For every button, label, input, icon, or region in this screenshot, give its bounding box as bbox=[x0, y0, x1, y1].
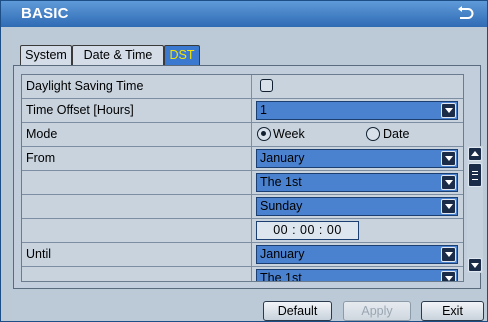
from-month-value: January bbox=[260, 151, 305, 165]
offset-value: 1 bbox=[260, 103, 267, 117]
from-month-dropdown[interactable]: January bbox=[256, 149, 458, 168]
tab-system[interactable]: System bbox=[20, 45, 72, 65]
scroll-thumb[interactable] bbox=[468, 163, 482, 187]
mode-week-label: Week bbox=[273, 127, 305, 141]
scrollbar[interactable] bbox=[467, 146, 483, 273]
row-until-month: Until January bbox=[22, 243, 463, 267]
apply-button[interactable]: Apply bbox=[343, 301, 411, 321]
tab-date-time[interactable]: Date & Time bbox=[72, 45, 164, 65]
dst-checkbox[interactable] bbox=[260, 79, 273, 92]
until-week-value: The 1st bbox=[260, 271, 302, 282]
chevron-down-icon[interactable] bbox=[441, 151, 456, 166]
scroll-up-icon[interactable] bbox=[468, 147, 482, 161]
empty-label bbox=[22, 195, 252, 218]
row-from-week: The 1st bbox=[22, 171, 463, 195]
chevron-down-icon[interactable] bbox=[441, 175, 456, 190]
offset-dropdown[interactable]: 1 bbox=[256, 101, 458, 120]
from-day-dropdown[interactable]: Sunday bbox=[256, 197, 458, 216]
empty-label bbox=[22, 171, 252, 194]
empty-label bbox=[22, 219, 252, 242]
until-week-dropdown[interactable]: The 1st bbox=[256, 269, 458, 282]
from-label: From bbox=[22, 147, 252, 170]
tab-date-time-label: Date & Time bbox=[83, 48, 153, 62]
row-dst: Daylight Saving Time bbox=[22, 75, 463, 99]
row-mode: Mode Week Date bbox=[22, 123, 463, 147]
until-month-dropdown[interactable]: January bbox=[256, 245, 458, 264]
from-day-value: Sunday bbox=[260, 199, 303, 213]
mode-week-radio[interactable] bbox=[257, 127, 271, 141]
window-title: BASIC bbox=[21, 5, 69, 22]
basic-settings-window: BASIC System Date & Time DST Daylight Sa… bbox=[0, 0, 488, 322]
empty-label bbox=[22, 267, 252, 281]
from-week-value: The 1st bbox=[260, 175, 302, 189]
scroll-down-icon[interactable] bbox=[468, 258, 482, 272]
from-week-dropdown[interactable]: The 1st bbox=[256, 173, 458, 192]
until-label: Until bbox=[22, 243, 252, 266]
row-from-day: Sunday bbox=[22, 195, 463, 219]
tab-dst-label: DST bbox=[169, 48, 195, 62]
offset-label: Time Offset [Hours] bbox=[22, 99, 252, 122]
tab-dst[interactable]: DST bbox=[164, 45, 200, 65]
mode-date-radio[interactable] bbox=[366, 127, 380, 141]
row-offset: Time Offset [Hours] 1 bbox=[22, 99, 463, 123]
row-from-month: From January bbox=[22, 147, 463, 171]
dst-label: Daylight Saving Time bbox=[22, 75, 252, 98]
mode-date-label: Date bbox=[383, 127, 410, 141]
default-button[interactable]: Default bbox=[263, 301, 332, 321]
chevron-down-icon[interactable] bbox=[441, 247, 456, 262]
chevron-down-icon[interactable] bbox=[441, 103, 456, 118]
chevron-down-icon[interactable] bbox=[441, 199, 456, 214]
mode-label: Mode bbox=[22, 123, 252, 146]
tab-system-label: System bbox=[25, 48, 67, 62]
until-month-value: January bbox=[260, 247, 305, 261]
dst-settings-table: Daylight Saving Time Time Offset [Hours]… bbox=[21, 74, 464, 282]
return-arrow-icon[interactable] bbox=[455, 4, 475, 24]
title-bar: BASIC bbox=[1, 1, 487, 27]
exit-button[interactable]: Exit bbox=[421, 301, 484, 321]
chevron-down-icon[interactable] bbox=[441, 271, 456, 281]
row-until-week: The 1st bbox=[22, 267, 463, 282]
from-time-input[interactable]: 00 : 00 : 00 bbox=[256, 221, 359, 240]
row-from-time: 00 : 00 : 00 bbox=[22, 219, 463, 243]
